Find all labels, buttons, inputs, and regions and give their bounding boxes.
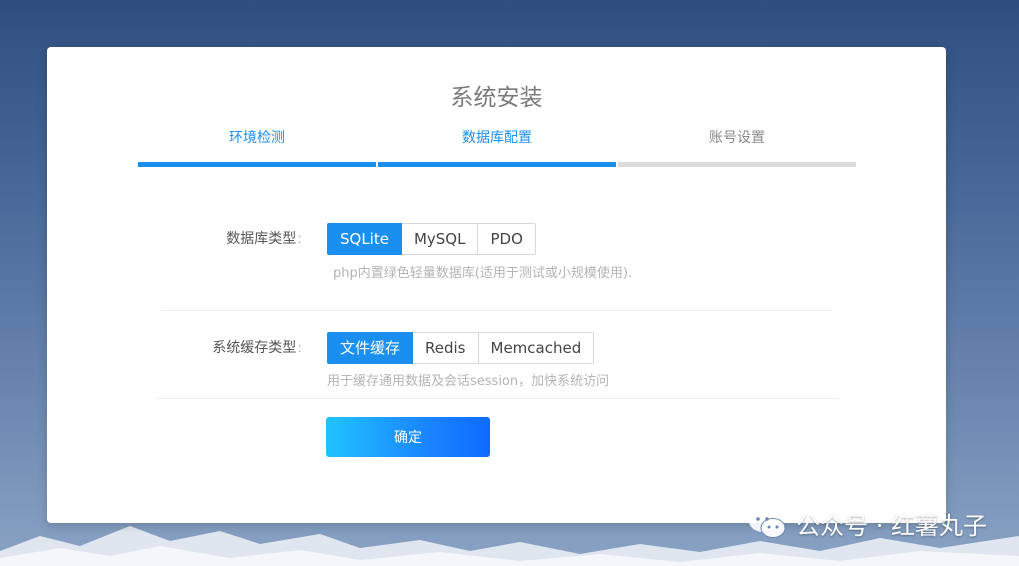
- confirm-button[interactable]: 确定: [326, 417, 490, 457]
- cache-option-file[interactable]: 文件缓存: [327, 332, 414, 364]
- db-option-mysql[interactable]: MySQL: [400, 223, 479, 255]
- install-card: 系统安装 环境检测 数据库配置 账号设置 数据库类型 SQLite MySQL …: [47, 47, 946, 523]
- step-label: 账号设置: [709, 130, 765, 146]
- db-option-pdo[interactable]: PDO: [477, 223, 536, 255]
- step-account: 账号设置: [618, 127, 856, 167]
- db-type-label: 数据库类型: [167, 228, 302, 248]
- watermark-text: 公众号 · 红薯丸子: [796, 512, 987, 540]
- db-type-selector: SQLite MySQL PDO: [327, 223, 536, 255]
- watermark: 公众号 · 红薯丸子: [748, 506, 987, 541]
- step-bar: [618, 162, 856, 167]
- divider: [155, 398, 838, 399]
- step-progress: 环境检测 数据库配置 账号设置: [138, 127, 856, 167]
- step-label: 数据库配置: [462, 130, 532, 146]
- cache-type-label: 系统缓存类型: [167, 337, 302, 357]
- step-bar: [138, 162, 376, 167]
- page-title: 系统安装: [450, 85, 543, 111]
- step-label: 环境检测: [229, 130, 285, 146]
- cache-type-selector: 文件缓存 Redis Memcached: [327, 332, 595, 364]
- db-option-sqlite[interactable]: SQLite: [327, 223, 402, 255]
- cache-option-redis[interactable]: Redis: [412, 332, 479, 364]
- db-type-hint: php内置绿色轻量数据库(适用于测试或小规模使用).: [333, 266, 633, 281]
- step-database: 数据库配置: [378, 127, 616, 167]
- step-bar: [378, 162, 616, 167]
- cache-option-memcached[interactable]: Memcached: [477, 332, 595, 364]
- divider: [161, 310, 832, 311]
- wechat-icon: [749, 509, 786, 538]
- step-environment: 环境检测: [138, 127, 376, 167]
- cache-type-hint: 用于缓存通用数据及会话session，加快系统访问: [327, 374, 610, 389]
